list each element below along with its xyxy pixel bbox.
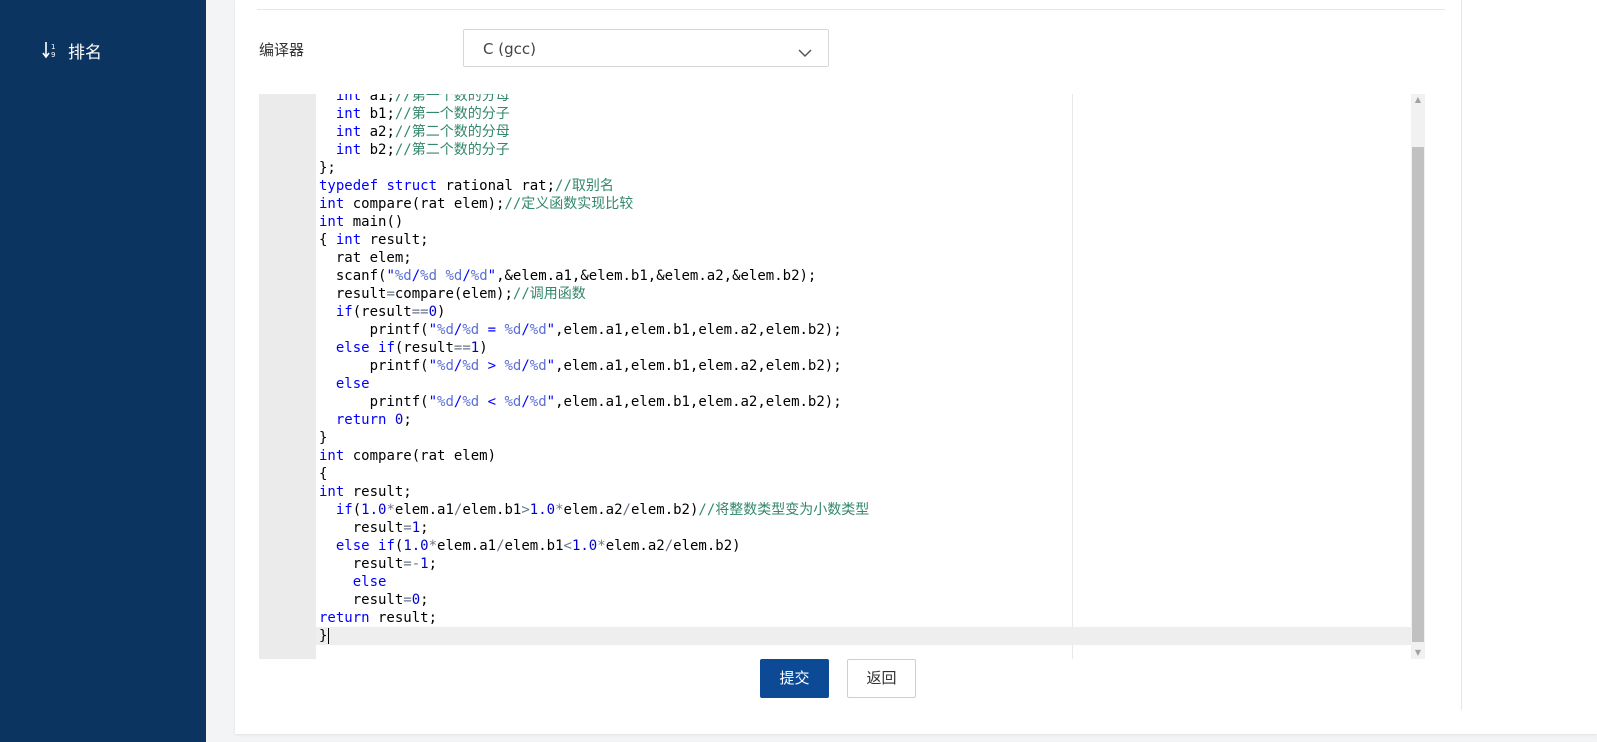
code-line[interactable]: 21 return 0; — [316, 411, 1411, 429]
editor-scrollbar[interactable]: ▲ ▼ — [1411, 94, 1425, 659]
code-line[interactable]: 19 else — [316, 375, 1411, 393]
code-line[interactable]: 9int compare(rat elem);//定义函数实现比较 — [316, 195, 1411, 213]
divider — [1461, 0, 1462, 710]
code-text: int main() — [319, 214, 404, 230]
code-line[interactable]: 6 int b2;//第二个数的分子 — [316, 141, 1411, 159]
code-line[interactable]: 31 result=0; — [316, 591, 1411, 609]
code-text: printf("%d/%d > %d/%d",elem.a1,elem.b1,e… — [319, 358, 842, 374]
compiler-select-value: C (gcc) — [483, 40, 536, 58]
code-text: { — [319, 466, 328, 482]
code-line[interactable]: 26 if(1.0*elem.a1/elem.b1>1.0*elem.a2/el… — [316, 501, 1411, 519]
compiler-select[interactable]: C (gcc) — [463, 29, 829, 67]
code-editor[interactable]: 3 int a1;//第一个数的分母4 int b1;//第一个数的分子5 in… — [259, 94, 1425, 659]
code-line[interactable]: 20 printf("%d/%d < %d/%d",elem.a1,elem.b… — [316, 393, 1411, 411]
code-text: typedef struct rational rat;//取别名 — [319, 178, 614, 194]
code-line[interactable]: 18 printf("%d/%d > %d/%d",elem.a1,elem.b… — [316, 357, 1411, 375]
code-text: int compare(rat elem);//定义函数实现比较 — [319, 196, 634, 212]
code-line[interactable]: 16 printf("%d/%d = %d/%d",elem.a1,elem.b… — [316, 321, 1411, 339]
code-text: { int result; — [319, 232, 429, 248]
code-line[interactable]: 13 scanf("%d/%d %d/%d",&elem.a1,&elem.b1… — [316, 267, 1411, 285]
sidebar-item-rank[interactable]: 1 9 排名 — [42, 36, 102, 64]
compiler-label: 编译器 — [259, 41, 305, 59]
code-line[interactable]: 8typedef struct rational rat;//取别名 — [316, 177, 1411, 195]
code-line[interactable]: 27 result=1; — [316, 519, 1411, 537]
text-cursor — [328, 628, 330, 644]
code-text: result=1; — [319, 520, 429, 536]
code-line[interactable]: 30 else — [316, 573, 1411, 591]
chevron-down-icon — [798, 43, 812, 62]
code-text: int compare(rat elem) — [319, 448, 497, 464]
code-line[interactable]: 10int main() — [316, 213, 1411, 231]
code-line[interactable]: 25int result; — [316, 483, 1411, 501]
main-panel: 编译器 C (gcc) 3 int a1;//第一个数的分母4 int b1;/… — [235, 0, 1597, 734]
code-area[interactable]: 3 int a1;//第一个数的分母4 int b1;//第一个数的分子5 in… — [316, 94, 1411, 659]
code-line[interactable]: 12 rat elem; — [316, 249, 1411, 267]
code-line[interactable]: 4 int b1;//第一个数的分子 — [316, 105, 1411, 123]
code-text: scanf("%d/%d %d/%d",&elem.a1,&elem.b1,&e… — [319, 268, 817, 284]
code-text: if(result==0) — [335, 304, 446, 320]
back-button[interactable]: 返回 — [847, 659, 916, 698]
code-text: } — [319, 628, 330, 644]
code-text: result=0; — [319, 592, 429, 608]
code-text: int a2;//第二个数的分母 — [335, 124, 510, 140]
code-text: else if(1.0*elem.a1/elem.b1<1.0*elem.a2/… — [335, 538, 741, 554]
svg-text:1: 1 — [51, 43, 55, 51]
divider — [257, 9, 1445, 10]
sort-rank-icon: 1 9 — [42, 41, 58, 59]
code-text: int a1;//第一个数的分母 — [335, 94, 510, 104]
code-text: if(1.0*elem.a1/elem.b1>1.0*elem.a2/elem.… — [335, 502, 870, 518]
code-text: int b2;//第二个数的分子 — [335, 142, 510, 158]
scroll-up-icon[interactable]: ▲ — [1411, 94, 1425, 106]
sidebar-item-label: 排名 — [68, 42, 102, 63]
scroll-down-icon[interactable]: ▼ — [1411, 647, 1425, 659]
code-line[interactable]: 14 result=compare(elem);//调用函数 — [316, 285, 1411, 303]
code-line[interactable]: 3 int a1;//第一个数的分母 — [316, 94, 1411, 105]
code-text: result=-1; — [319, 556, 438, 572]
code-line[interactable]: 17 else if(result==1) — [316, 339, 1411, 357]
code-text: rat elem; — [319, 250, 412, 266]
scrollbar-thumb[interactable] — [1412, 147, 1424, 642]
code-text: printf("%d/%d = %d/%d",elem.a1,elem.b1,e… — [319, 322, 842, 338]
code-line[interactable]: 32return result; — [316, 609, 1411, 627]
code-line[interactable]: 22} — [316, 429, 1411, 447]
code-line[interactable]: 24▼{ — [316, 465, 1411, 483]
code-text: return result; — [319, 610, 438, 626]
code-text: int b1;//第一个数的分子 — [335, 106, 510, 122]
line-number-gutter — [259, 94, 316, 659]
svg-text:9: 9 — [51, 51, 55, 59]
code-line[interactable]: 11▼{ int result; — [316, 231, 1411, 249]
code-text: else — [335, 376, 370, 392]
submit-button[interactable]: 提交 — [760, 659, 829, 698]
code-line[interactable]: 23int compare(rat elem) — [316, 447, 1411, 465]
code-text: else if(result==1) — [335, 340, 488, 356]
code-line[interactable]: 33} — [316, 627, 1411, 645]
code-text: } — [319, 430, 328, 446]
code-text: result=compare(elem);//调用函数 — [319, 286, 586, 302]
sidebar: 1 9 排名 — [0, 0, 206, 742]
code-text: printf("%d/%d < %d/%d",elem.a1,elem.b1,e… — [319, 394, 842, 410]
code-line[interactable]: 5 int a2;//第二个数的分母 — [316, 123, 1411, 141]
code-line[interactable]: 29 result=-1; — [316, 555, 1411, 573]
code-text: return 0; — [335, 412, 412, 428]
code-line[interactable]: 7}; — [316, 159, 1411, 177]
code-text: }; — [319, 160, 336, 176]
code-line[interactable]: 15 if(result==0) — [316, 303, 1411, 321]
code-text: else — [352, 574, 387, 590]
code-lines: 3 int a1;//第一个数的分母4 int b1;//第一个数的分子5 in… — [316, 94, 1411, 645]
code-text: int result; — [319, 484, 412, 500]
code-line[interactable]: 28 else if(1.0*elem.a1/elem.b1<1.0*elem.… — [316, 537, 1411, 555]
